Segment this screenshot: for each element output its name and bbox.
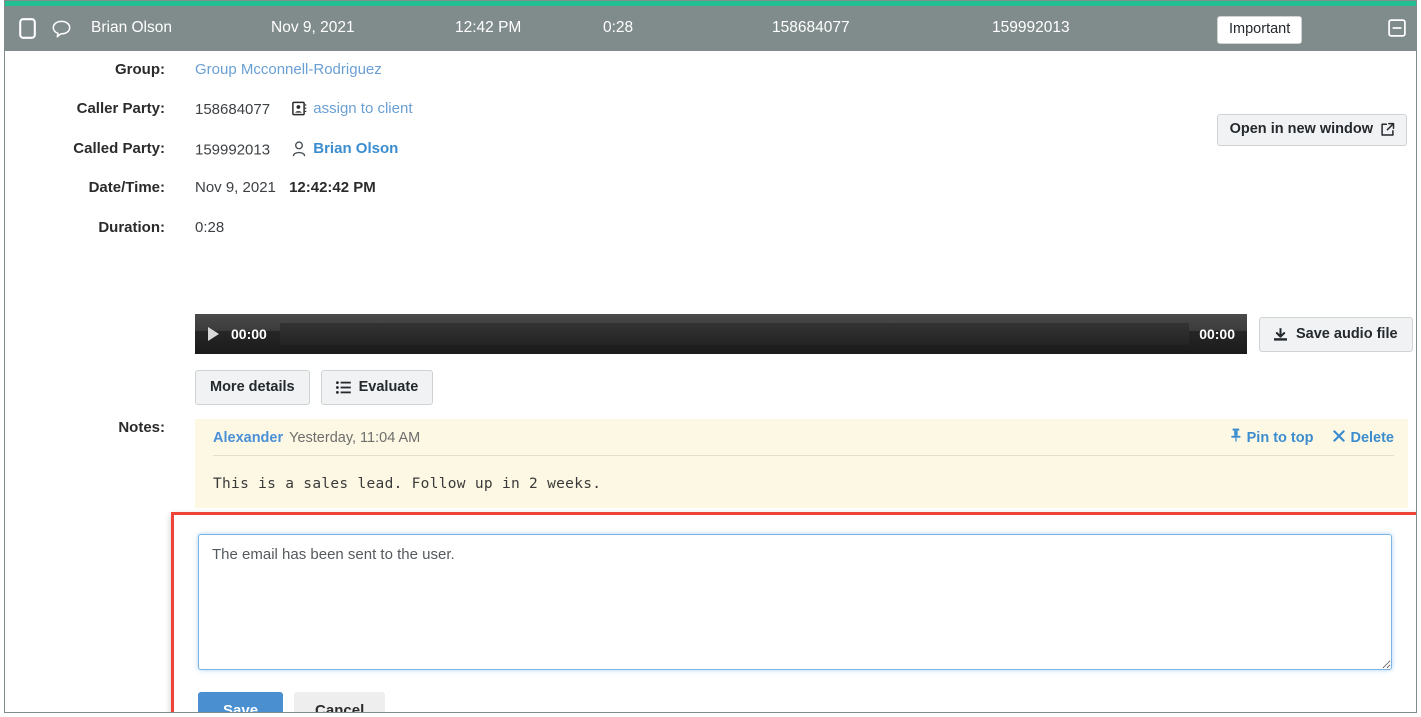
- delete-note-button[interactable]: Delete: [1333, 430, 1394, 446]
- open-in-new-window-button[interactable]: Open in new window: [1216, 114, 1407, 146]
- audio-player[interactable]: 00:00 00:00: [195, 314, 1247, 354]
- header-called-number: 159992013: [992, 19, 1070, 36]
- more-details-label: More details: [210, 379, 295, 395]
- important-tag[interactable]: Important: [1217, 16, 1303, 44]
- date-time-label: Date/Time:: [88, 179, 165, 196]
- user-icon: [292, 140, 306, 157]
- caller-party-number: 158684077: [195, 101, 271, 118]
- header-duration: 0:28: [603, 19, 634, 36]
- more-details-button[interactable]: More details: [195, 370, 310, 405]
- header-contact-name: Brian Olson: [91, 19, 172, 36]
- header-time: 12:42 PM: [455, 19, 522, 36]
- player-progress-track[interactable]: [279, 323, 1190, 345]
- call-detail-body: Open in new window Group: Group Mcconnel…: [5, 51, 1416, 712]
- close-x-icon: [1333, 430, 1346, 442]
- evaluate-label: Evaluate: [358, 379, 419, 395]
- duration-label: Duration:: [98, 219, 165, 236]
- note-header: Alexander Yesterday, 11:04 AM Pin to top…: [213, 428, 1394, 456]
- call-detail-card: Brian Olson Nov 9, 2021 12:42 PM 0:28 15…: [4, 0, 1417, 713]
- delete-note-label: Delete: [1350, 430, 1394, 446]
- contact-card-icon: [292, 101, 307, 116]
- note-timestamp: Yesterday, 11:04 AM: [289, 430, 421, 446]
- call-detail-screen: Brian Olson Nov 9, 2021 12:42 PM 0:28 15…: [0, 0, 1421, 717]
- note-author[interactable]: Alexander: [213, 430, 283, 446]
- called-party-person-link[interactable]: Brian Olson: [313, 140, 398, 157]
- cancel-button[interactable]: Cancel: [294, 692, 386, 712]
- player-total-time: 00:00: [1199, 326, 1235, 342]
- pin-to-top-button[interactable]: Pin to top: [1230, 428, 1314, 446]
- date-value: Nov 9, 2021: [195, 179, 276, 196]
- group-label: Group:: [115, 61, 165, 78]
- list-icon: [335, 380, 351, 394]
- note-item: Alexander Yesterday, 11:04 AM Pin to top…: [195, 419, 1408, 508]
- pin-to-top-label: Pin to top: [1246, 430, 1314, 446]
- download-icon: [1273, 327, 1288, 342]
- called-party-number: 159992013: [195, 141, 271, 159]
- pin-icon: [1230, 428, 1242, 442]
- open-in-new-window-label: Open in new window: [1229, 121, 1373, 137]
- minus-box-icon[interactable]: [1388, 19, 1406, 37]
- note-actions: Pin to top Delete: [1230, 428, 1394, 446]
- time-value: 12:42:42 PM: [289, 179, 376, 196]
- save-button[interactable]: Save: [198, 692, 284, 712]
- called-party-label: Called Party:: [73, 140, 165, 157]
- evaluate-button[interactable]: Evaluate: [320, 370, 434, 405]
- detail-action-buttons: More details Evaluate: [195, 370, 434, 405]
- mobile-device-icon[interactable]: [16, 18, 38, 40]
- header-date: Nov 9, 2021: [271, 19, 355, 36]
- group-link[interactable]: Group Mcconnell-Rodriguez: [195, 61, 382, 78]
- player-current-time: 00:00: [231, 326, 267, 342]
- save-audio-file-button[interactable]: Save audio file: [1259, 317, 1413, 352]
- duration-value: 0:28: [195, 219, 225, 236]
- note-body-text: This is a sales lead. Follow up in 2 wee…: [213, 476, 602, 492]
- play-icon[interactable]: [208, 327, 219, 341]
- speech-bubble-icon[interactable]: [50, 18, 72, 40]
- note-editor-buttons: Save Cancel: [198, 692, 386, 712]
- assign-to-client-link[interactable]: assign to client: [313, 100, 412, 117]
- save-audio-file-label: Save audio file: [1296, 326, 1398, 342]
- note-editor-highlight-region: Save Cancel: [171, 512, 1416, 712]
- note-textarea[interactable]: [198, 534, 1392, 670]
- notes-label: Notes:: [118, 419, 165, 436]
- header-caller-number: 158684077: [772, 19, 850, 36]
- call-header-bar: Brian Olson Nov 9, 2021 12:42 PM 0:28 15…: [5, 6, 1416, 51]
- external-link-icon: [1380, 122, 1395, 137]
- caller-party-label: Caller Party:: [76, 100, 165, 117]
